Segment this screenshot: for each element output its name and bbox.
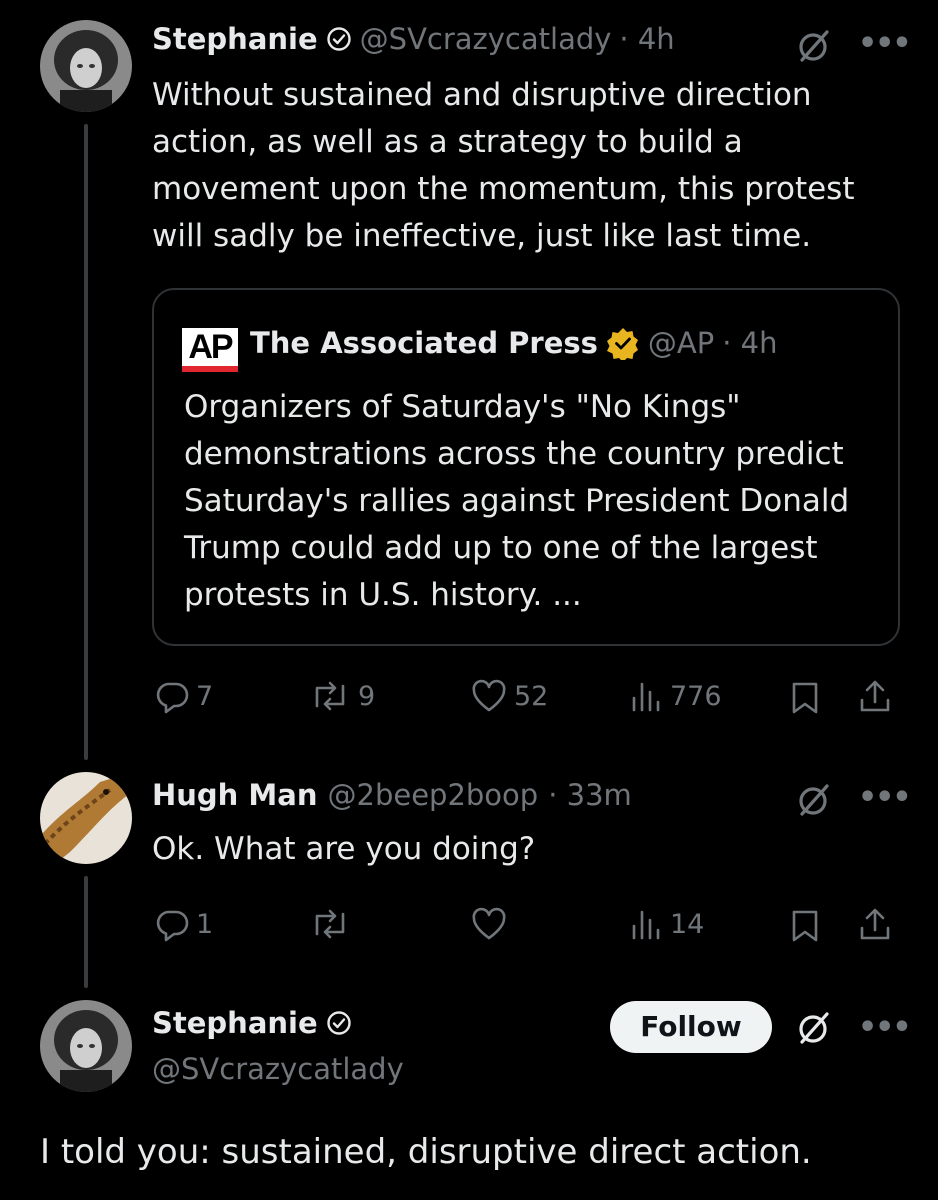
ap-logo: AP bbox=[182, 328, 238, 372]
author-name[interactable]: Stephanie bbox=[152, 22, 318, 56]
like-button[interactable] bbox=[470, 906, 508, 942]
follow-button[interactable]: Follow bbox=[610, 1001, 772, 1053]
repost-button[interactable] bbox=[308, 906, 352, 942]
views-count: 776 bbox=[670, 680, 722, 712]
author-handle[interactable]: @SVcrazycatlady bbox=[152, 1052, 404, 1086]
like-icon bbox=[470, 906, 508, 942]
bookmark-icon[interactable] bbox=[790, 908, 820, 944]
quote-text-line: demonstrations across the country predic… bbox=[184, 436, 844, 472]
grok-icon[interactable] bbox=[794, 780, 834, 820]
reply-button[interactable]: 7 bbox=[154, 678, 213, 714]
reply-count: 7 bbox=[196, 680, 214, 712]
avatar[interactable] bbox=[40, 20, 132, 112]
author-handle[interactable]: @2beep2boop bbox=[328, 778, 539, 812]
like-count: 52 bbox=[514, 680, 549, 712]
tweet-header: Stephanie @SVcrazycatlady · 4h bbox=[152, 22, 675, 56]
quote-author-name: The Associated Press bbox=[250, 326, 598, 360]
tweet-text: Without sustained and disruptive directi… bbox=[152, 72, 912, 260]
tweet-text-line: Without sustained and disruptive directi… bbox=[152, 77, 812, 113]
views-button[interactable]: 776 bbox=[628, 678, 722, 714]
tweet-header: Stephanie bbox=[152, 1006, 352, 1040]
reply-icon bbox=[154, 678, 190, 714]
quote-text-line: protests in U.S. history. ... bbox=[184, 577, 582, 613]
views-icon bbox=[628, 906, 664, 942]
repost-count: 9 bbox=[358, 680, 376, 712]
tweet-header: Hugh Man @2beep2boop · 33m bbox=[152, 778, 632, 812]
quote-text-line: Organizers of Saturday's "No Kings" bbox=[184, 389, 741, 425]
author-handle[interactable]: @SVcrazycatlady bbox=[360, 22, 612, 56]
quote-time: · 4h bbox=[722, 326, 778, 360]
gold-verified-icon bbox=[606, 326, 640, 360]
tweet-text-line: action, as well as a strategy to build a bbox=[152, 124, 743, 160]
repost-icon bbox=[308, 678, 352, 714]
like-button[interactable]: 52 bbox=[470, 678, 548, 714]
quote-text-line: Trump could add up to one of the largest bbox=[184, 530, 818, 566]
tweet-time[interactable]: · 4h bbox=[619, 22, 674, 56]
views-count: 14 bbox=[670, 908, 705, 940]
bookmark-icon[interactable] bbox=[790, 680, 820, 716]
thread-line bbox=[84, 124, 88, 760]
quote-tweet-card[interactable]: AP The Associated Press @AP · 4h Organiz… bbox=[152, 288, 900, 646]
verified-icon bbox=[326, 26, 352, 52]
verified-icon bbox=[326, 1010, 352, 1036]
quote-text: Organizers of Saturday's "No Kings" demo… bbox=[184, 384, 884, 619]
author-name[interactable]: Hugh Man bbox=[152, 778, 318, 812]
focused-tweet-text: I told you: sustained, disruptive direct… bbox=[40, 1132, 812, 1172]
grok-icon[interactable] bbox=[794, 26, 834, 66]
share-icon[interactable] bbox=[858, 678, 892, 714]
more-icon[interactable]: ••• bbox=[858, 26, 912, 61]
grok-icon[interactable] bbox=[794, 1008, 834, 1048]
ap-logo-text: AP bbox=[188, 327, 233, 366]
reply-button[interactable]: 1 bbox=[154, 906, 213, 942]
tweet-text-line: movement upon the momentum, this protest bbox=[152, 171, 855, 207]
reply-count: 1 bbox=[196, 908, 214, 940]
reply-icon bbox=[154, 906, 190, 942]
quote-text-line: Saturday's rallies against President Don… bbox=[184, 483, 850, 519]
tweet-text-line: will sadly be ineffective, just like las… bbox=[152, 218, 812, 254]
repost-icon bbox=[308, 906, 352, 942]
tweet-text: Ok. What are you doing? bbox=[152, 831, 536, 867]
share-icon[interactable] bbox=[858, 906, 892, 942]
tweet-time[interactable]: · 33m bbox=[548, 778, 632, 812]
repost-button[interactable]: 9 bbox=[308, 678, 375, 714]
more-icon[interactable]: ••• bbox=[858, 780, 912, 815]
avatar[interactable] bbox=[40, 1000, 132, 1092]
more-icon[interactable]: ••• bbox=[858, 1010, 912, 1045]
quote-header: The Associated Press @AP · 4h bbox=[250, 326, 778, 360]
like-icon bbox=[470, 678, 508, 714]
views-icon bbox=[628, 678, 664, 714]
avatar[interactable] bbox=[40, 772, 132, 864]
author-name[interactable]: Stephanie bbox=[152, 1006, 318, 1040]
views-button[interactable]: 14 bbox=[628, 906, 704, 942]
quote-author-handle: @AP bbox=[647, 326, 715, 360]
thread-line bbox=[84, 876, 88, 988]
